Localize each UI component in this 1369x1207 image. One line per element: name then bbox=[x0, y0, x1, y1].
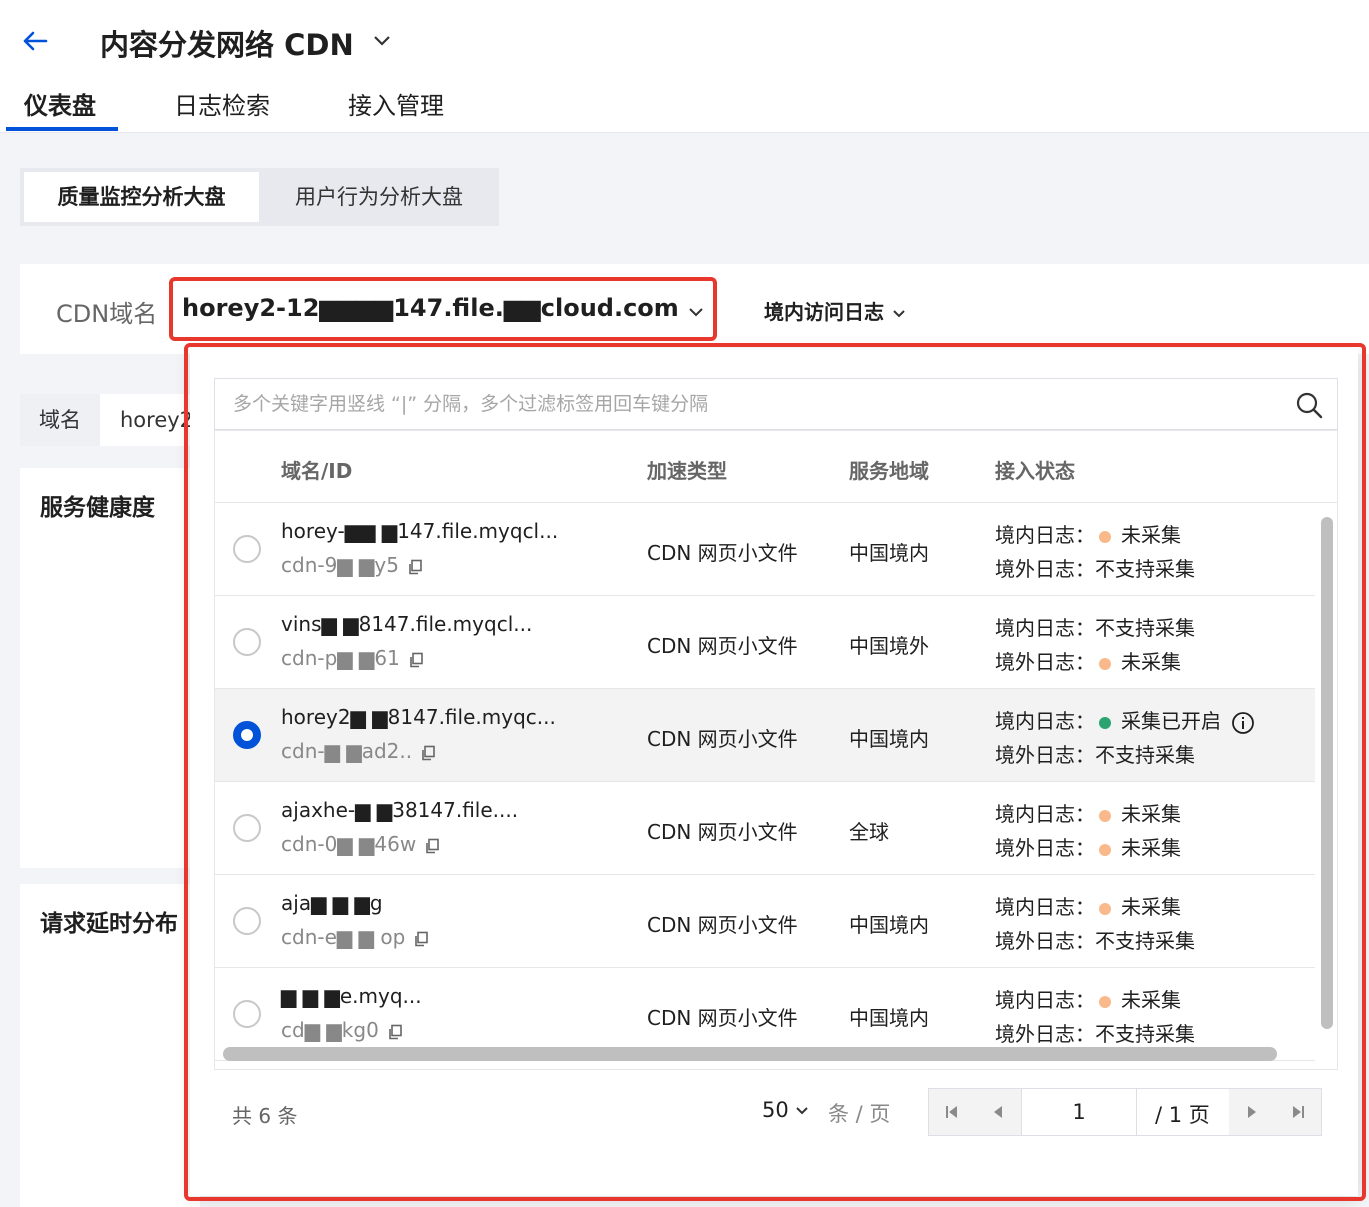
tab-quality-monitoring[interactable]: 质量监控分析大盘 bbox=[24, 172, 259, 222]
chevron-down-icon bbox=[893, 309, 905, 317]
chevron-down-icon[interactable] bbox=[372, 34, 392, 48]
domain-filter-label: 域名 bbox=[20, 394, 100, 446]
top-bar: 内容分发网络 CDN 仪表盘 日志检索 接入管理 bbox=[0, 0, 1369, 133]
domain-select-highlight bbox=[169, 277, 717, 341]
log-type-select[interactable]: 境内访问日志 bbox=[764, 296, 906, 325]
dashboard-tabs: 质量监控分析大盘 用户行为分析大盘 bbox=[20, 168, 499, 226]
health-card-title: 服务健康度 bbox=[40, 495, 155, 521]
tab-dashboard[interactable]: 仪表盘 bbox=[24, 86, 96, 121]
domain-filter-value: horey2 bbox=[120, 408, 194, 432]
latency-card-title: 请求延时分布 bbox=[40, 911, 178, 937]
active-tab-indicator bbox=[6, 127, 118, 131]
app-title: 内容分发网络 CDN bbox=[100, 28, 354, 62]
tab-user-behavior[interactable]: 用户行为分析大盘 bbox=[263, 172, 495, 222]
tab-log-search[interactable]: 日志检索 bbox=[174, 86, 270, 121]
cdn-domain-label: CDN域名 bbox=[56, 300, 158, 328]
back-arrow-icon[interactable] bbox=[20, 26, 50, 56]
latency-card: 请求延时分布 bbox=[20, 884, 200, 1207]
health-card: 服务健康度 bbox=[20, 468, 200, 868]
tab-access-management[interactable]: 接入管理 bbox=[348, 86, 444, 121]
log-type-value: 境内访问日志 bbox=[764, 300, 884, 324]
dropdown-highlight bbox=[184, 343, 1366, 1201]
domain-filter-tag[interactable]: 域名 horey2 bbox=[20, 394, 200, 446]
